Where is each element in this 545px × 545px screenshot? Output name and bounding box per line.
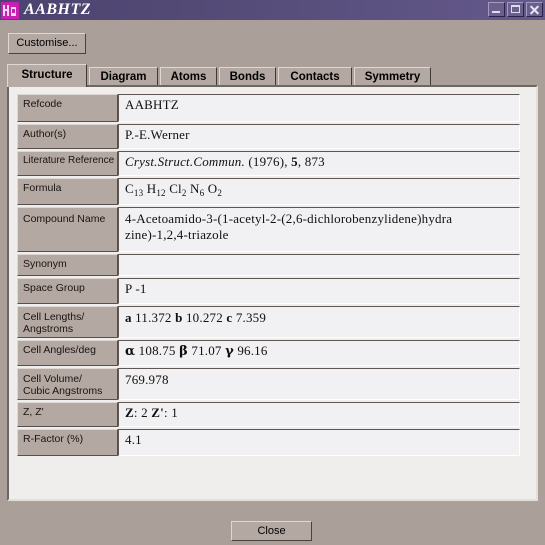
cell-angle-alpha: 108.75	[138, 343, 176, 358]
z-value: 2	[141, 405, 148, 420]
formula-element: O	[207, 181, 218, 196]
row-value-literature-reference[interactable]: Cryst.Struct.Commun. (1976), 5, 873	[118, 151, 520, 176]
close-window-button[interactable]	[526, 2, 543, 17]
tab-atoms[interactable]: Atoms	[160, 67, 217, 86]
row-value-compound-name[interactable]: 4-Acetoamido-3-(1-acetyl-2-(2,6-dichloro…	[118, 207, 520, 252]
table-row: Z, Z' Z: 2 Z': 1	[17, 402, 520, 427]
cell-volume-label-line-1: Cell Volume/	[23, 373, 82, 385]
tab-diagram[interactable]: Diagram	[89, 67, 158, 86]
row-value-r-factor[interactable]: 4.1	[118, 429, 520, 456]
table-row: Cell Lengths/Angstroms a 11.372 b 10.272…	[17, 306, 520, 338]
close-button[interactable]: Close	[231, 521, 312, 541]
row-label-literature-reference: Literature Reference	[17, 151, 118, 176]
row-value-authors[interactable]: P.-E.Werner	[118, 124, 520, 149]
beta-symbol: β	[179, 344, 188, 359]
maximize-button[interactable]	[507, 2, 524, 17]
tab-bonds[interactable]: Bonds	[219, 67, 276, 86]
row-label-authors: Author(s)	[17, 124, 118, 149]
formula-element: Cl	[169, 181, 182, 196]
row-label-r-factor: R-Factor (%)	[17, 429, 118, 456]
row-value-cell-lengths[interactable]: a 11.372 b 10.272 c 7.359	[118, 306, 520, 338]
row-value-cell-angles[interactable]: α 108.75 β 71.07 γ 96.16	[118, 340, 520, 366]
row-label-cell-angles: Cell Angles/deg	[17, 340, 118, 366]
row-label-formula: Formula	[17, 178, 118, 205]
cell-volume-label-line-2: Cubic Angstroms	[23, 385, 103, 397]
table-row: Space Group P -1	[17, 278, 520, 304]
minimize-button[interactable]	[488, 2, 505, 17]
table-row: Cell Volume/Cubic Angstroms 769.978	[17, 368, 520, 400]
journal-name: Cryst.Struct.Commun.	[125, 154, 245, 169]
row-value-z-zprime[interactable]: Z: 2 Z': 1	[118, 402, 520, 427]
mercury-hg-icon	[1, 1, 19, 19]
compound-name-line-1: 4-Acetoamido-3-(1-acetyl-2-(2,6-dichloro…	[125, 211, 453, 226]
window-controls	[488, 2, 543, 17]
formula-count: 13	[133, 188, 144, 198]
cell-angle-gamma: 96.16	[237, 343, 268, 358]
volume-number: 5	[291, 154, 298, 169]
formula-count: 12	[156, 188, 166, 198]
formula-count: 2	[217, 188, 223, 198]
row-label-compound-name: Compound Name	[17, 207, 118, 252]
cell-length-c: 7.359	[235, 310, 267, 325]
table-row: Compound Name 4-Acetoamido-3-(1-acetyl-2…	[17, 207, 520, 252]
formula-element: H	[146, 181, 157, 196]
gamma-symbol: γ	[225, 344, 234, 359]
table-row: Cell Angles/deg α 108.75 β 71.07 γ 96.16	[17, 340, 520, 366]
table-row: Literature Reference Cryst.Struct.Commun…	[17, 151, 520, 176]
row-value-synonym[interactable]	[118, 254, 520, 276]
mercury-structure-dialog: AABHTZ Customise... Structure Diagram At…	[0, 0, 545, 545]
row-label-synonym: Synonym	[17, 254, 118, 276]
cell-lengths-label-line-2: Angstroms	[23, 323, 74, 335]
structure-property-table: Refcode AABHTZ Author(s) P.-E.Werner Lit…	[17, 94, 520, 458]
cell-angle-beta: 71.07	[191, 343, 222, 358]
formula-element: C	[125, 181, 134, 196]
title-bar: AABHTZ	[0, 0, 545, 20]
cell-length-b: 10.272	[185, 310, 223, 325]
zprime-value: 1	[171, 405, 178, 420]
publication-year: (1976),	[248, 154, 288, 169]
tab-strip: Structure Diagram Atoms Bonds Contacts S…	[7, 64, 538, 87]
row-value-space-group[interactable]: P -1	[118, 278, 520, 304]
row-label-cell-lengths: Cell Lengths/Angstroms	[17, 306, 118, 338]
row-label-cell-volume: Cell Volume/Cubic Angstroms	[17, 368, 118, 400]
customise-button[interactable]: Customise...	[8, 33, 86, 54]
formula-count: 2	[181, 188, 187, 198]
tab-symmetry[interactable]: Symmetry	[354, 67, 431, 86]
table-row: Author(s) P.-E.Werner	[17, 124, 520, 149]
window-title: AABHTZ	[24, 1, 92, 18]
table-row: Synonym	[17, 254, 520, 276]
cell-lengths-label-line-1: Cell Lengths/	[23, 311, 85, 323]
row-value-cell-volume[interactable]: 769.978	[118, 368, 520, 400]
cell-length-a: 11.372	[135, 310, 172, 325]
compound-name-line-2: zine)-1,2,4-triazole	[125, 227, 229, 242]
row-label-refcode: Refcode	[17, 94, 118, 122]
row-value-refcode[interactable]: AABHTZ	[118, 94, 520, 122]
alpha-symbol: α	[125, 344, 136, 359]
tab-contacts[interactable]: Contacts	[278, 67, 352, 86]
structure-panel: Refcode AABHTZ Author(s) P.-E.Werner Lit…	[7, 85, 538, 501]
table-row: Formula C13 H12 Cl2 N6 O2	[17, 178, 520, 205]
table-row: Refcode AABHTZ	[17, 94, 520, 122]
table-row: R-Factor (%) 4.1	[17, 429, 520, 456]
formula-element: N	[190, 181, 200, 196]
row-label-z-zprime: Z, Z'	[17, 402, 118, 427]
row-value-formula[interactable]: C13 H12 Cl2 N6 O2	[118, 178, 520, 205]
formula-count: 6	[199, 188, 205, 198]
tab-structure[interactable]: Structure	[7, 64, 87, 87]
page-number: 873	[304, 154, 325, 169]
row-label-space-group: Space Group	[17, 278, 118, 304]
